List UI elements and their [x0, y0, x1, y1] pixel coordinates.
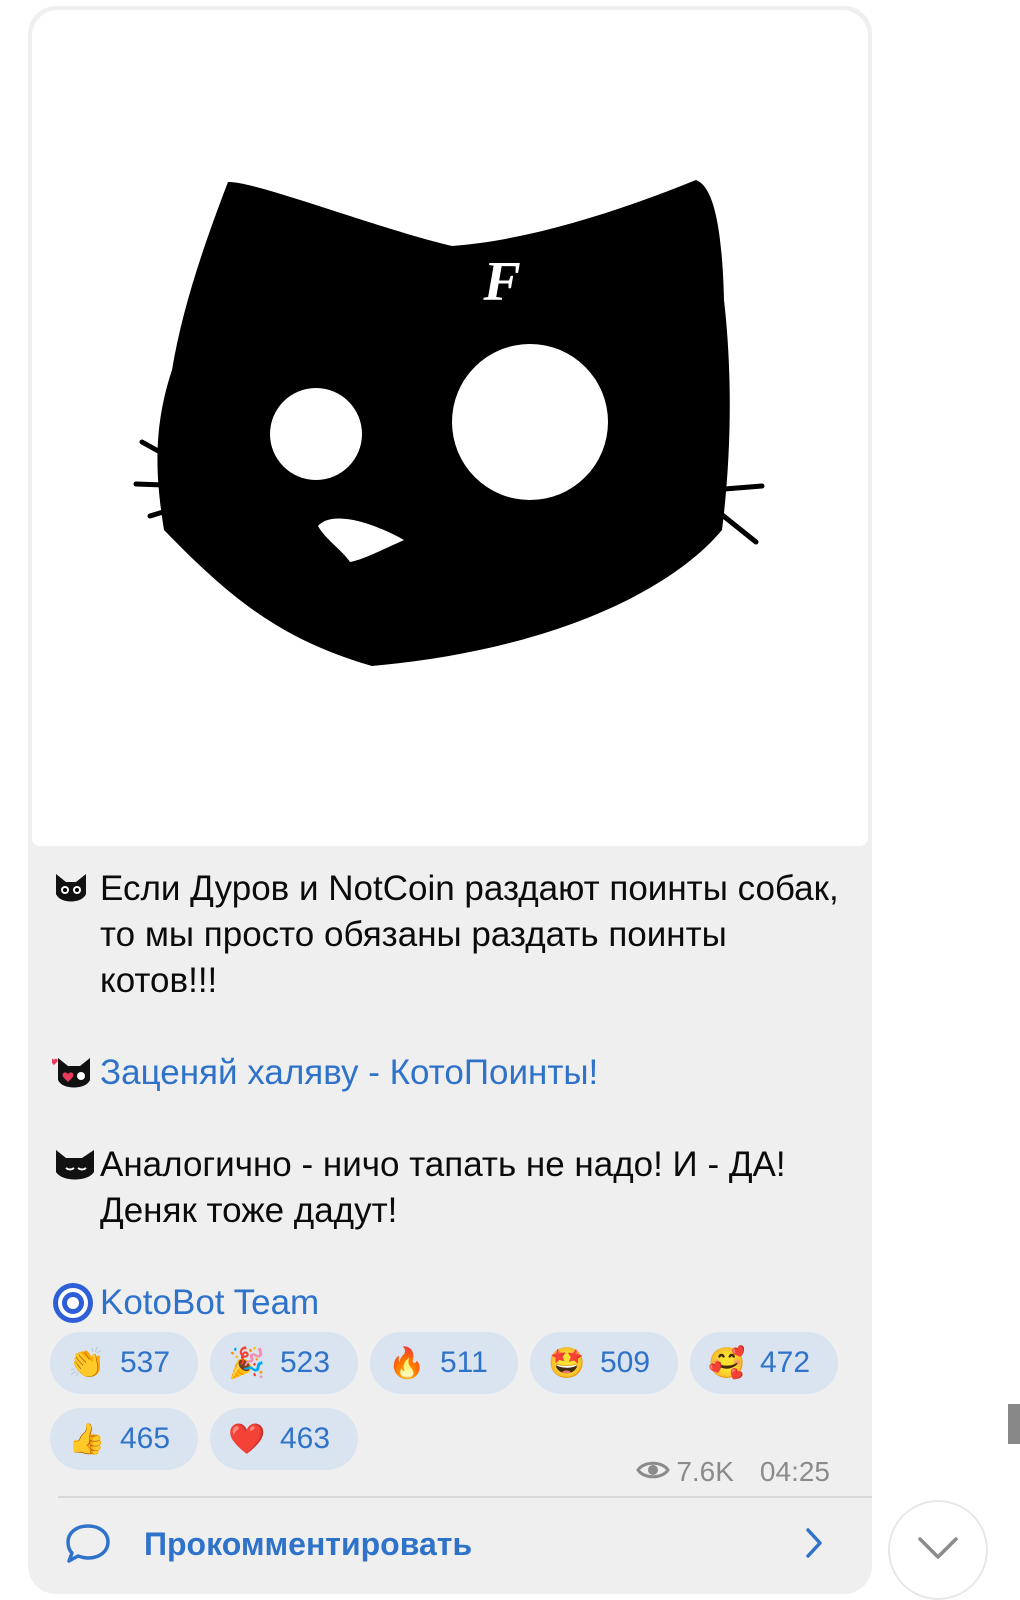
reaction-count: 472 [760, 1346, 811, 1379]
reaction-thumbs-up[interactable]: 👍 465 [50, 1408, 198, 1470]
scroll-indicator [1008, 1404, 1020, 1444]
black-cat-head-image: F [133, 180, 765, 666]
scroll-down-button[interactable] [888, 1500, 988, 1600]
reaction-count: 511 [440, 1346, 488, 1379]
post-image[interactable]: F [32, 10, 868, 846]
message-bubble: F Если Дуров и NotCoin раздают поинты со… [28, 6, 872, 1594]
signature-text[interactable]: KotoBot Team [100, 1280, 319, 1326]
reaction-heart[interactable]: ❤️ 463 [210, 1408, 358, 1470]
fire-icon: 🔥 [388, 1346, 426, 1380]
chevron-right-icon [804, 1526, 824, 1565]
reaction-count: 463 [280, 1422, 331, 1455]
sleepy-cat-emoji [52, 1142, 100, 1188]
thumbs-up-icon: 👍 [68, 1422, 106, 1456]
paragraph-3: Аналогично - ничо тапать не надо! И - ДА… [52, 1142, 842, 1234]
comments-button[interactable]: Прокомментировать [28, 1498, 872, 1594]
forehead-mark: F [482, 251, 520, 313]
reaction-fire[interactable]: 🔥 511 [370, 1332, 518, 1394]
eye-icon [636, 1456, 671, 1488]
kotobot-logo-icon [52, 1280, 100, 1326]
chevron-down-icon [916, 1535, 960, 1566]
comments-label: Прокомментировать [144, 1526, 473, 1562]
reactions-bar: 👏 537 🎉 523 🔥 511 🤩 509 🥰 472 👍 465 ❤️ 4… [50, 1332, 850, 1470]
reaction-count: 465 [120, 1422, 171, 1455]
post-text: Если Дуров и NotCoin раздают поинты соба… [52, 866, 842, 1326]
paragraph-1-text: Если Дуров и NotCoin раздают поинты соба… [100, 869, 839, 1000]
reaction-count: 509 [600, 1346, 651, 1379]
reaction-party[interactable]: 🎉 523 [210, 1332, 358, 1394]
clapping-hands-icon: 👏 [68, 1346, 106, 1380]
reaction-star-struck[interactable]: 🤩 509 [530, 1332, 678, 1394]
star-struck-icon: 🤩 [548, 1346, 586, 1380]
party-popper-icon: 🎉 [228, 1346, 266, 1380]
reaction-clap[interactable]: 👏 537 [50, 1332, 198, 1394]
message-meta: 7.6K 04:25 [636, 1456, 830, 1488]
message-time: 04:25 [759, 1456, 830, 1487]
reaction-count: 523 [280, 1346, 331, 1379]
comment-bubble-icon [64, 1522, 112, 1571]
red-heart-icon: ❤️ [228, 1422, 266, 1456]
signature[interactable]: KotoBot Team [52, 1280, 842, 1326]
cat-face-emoji [52, 866, 100, 912]
paragraph-2[interactable]: Заценяй халяву - КотоПоинты! [52, 1050, 842, 1096]
cat-heart-emoji [52, 1050, 100, 1096]
paragraph-1: Если Дуров и NotCoin раздают поинты соба… [52, 866, 842, 1004]
paragraph-3-text: Аналогично - ничо тапать не надо! И - ДА… [100, 1145, 786, 1230]
views-count: 7.6K [676, 1456, 734, 1487]
reaction-count: 537 [120, 1346, 171, 1379]
smiling-hearts-icon: 🥰 [708, 1346, 746, 1380]
kotopoints-link[interactable]: Заценяй халяву - КотоПоинты! [100, 1050, 598, 1096]
reaction-smiling-hearts[interactable]: 🥰 472 [690, 1332, 838, 1394]
